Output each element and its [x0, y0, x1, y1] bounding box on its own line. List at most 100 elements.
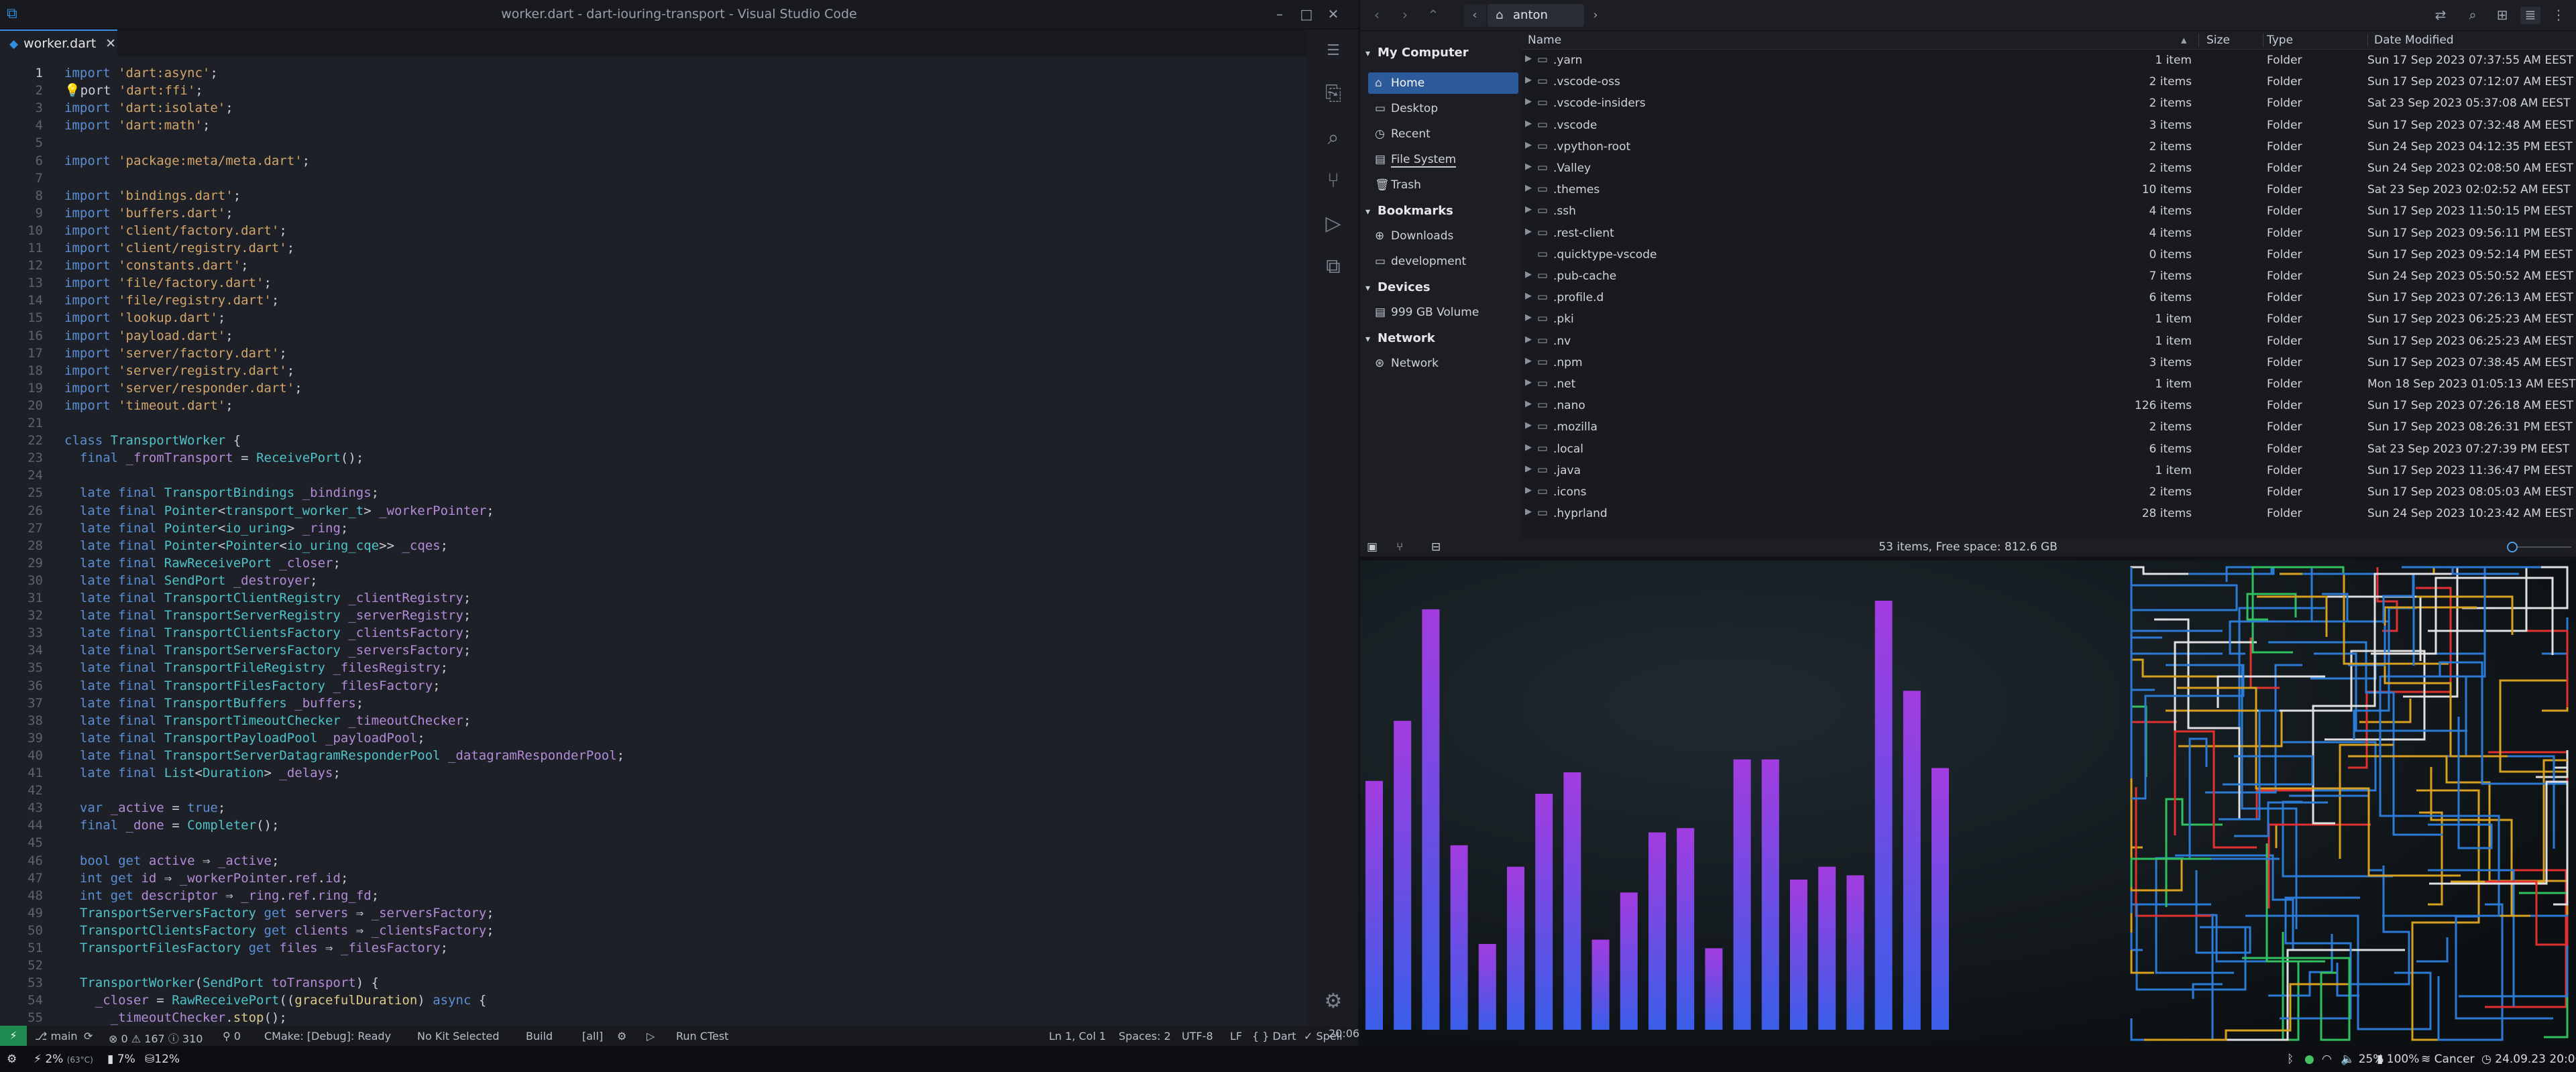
- sidebar-item-recent[interactable]: ◷ Recent: [1368, 123, 1518, 145]
- search-icon[interactable]: ⌕: [1320, 125, 1347, 152]
- file-row[interactable]: ▶ ▭ .vscode 3 items Folder Sun 17 Sep 2023 07…: [1521, 115, 2576, 136]
- code-line[interactable]: import 'package:meta/meta.dart';: [64, 152, 310, 170]
- expand-arrow-icon[interactable]: ▶: [1525, 507, 1532, 517]
- section-devices[interactable]: ▾ Devices: [1365, 280, 1431, 294]
- code-line[interactable]: final _done = Completer();: [64, 817, 280, 834]
- code-line[interactable]: import 'dart:math';: [64, 117, 210, 134]
- grid-view-icon[interactable]: ⊞: [2492, 7, 2512, 24]
- build-button[interactable]: Build: [526, 1030, 553, 1043]
- file-row[interactable]: ▶ ▭ .icons 2 items Folder Sun 17 Sep 2023 08:…: [1521, 481, 2576, 503]
- code-line[interactable]: late final TransportFilesFactory _filesF…: [64, 677, 441, 695]
- file-row[interactable]: ▶ ▭ .themes 10 items Folder Sat 23 Sep 2023 0…: [1521, 179, 2576, 200]
- code-line[interactable]: late final SendPort _destroyer;: [64, 572, 318, 589]
- file-row[interactable]: ▶ ▭ .pub-cache 7 items Folder Sun 24 Sep 2023…: [1521, 265, 2576, 287]
- kit-status[interactable]: No Kit Selected: [417, 1030, 500, 1043]
- column-name[interactable]: Name: [1528, 34, 1561, 47]
- menu-icon[interactable]: ☰: [1320, 38, 1347, 64]
- target-status[interactable]: [all]: [582, 1030, 603, 1043]
- code-line[interactable]: late final Pointer<transport_worker_t> _…: [64, 502, 494, 520]
- run-debug-icon[interactable]: ▷: [1320, 211, 1347, 237]
- file-row[interactable]: ▶ ▭ .yarn 1 item Folder Sun 17 Sep 2023 07:37…: [1521, 50, 2576, 71]
- sync-icon[interactable]: ⟳: [84, 1030, 93, 1043]
- code-line[interactable]: import 'dart:async';: [64, 64, 218, 82]
- ports-status[interactable]: ⚲ 0: [223, 1030, 241, 1043]
- maximize-icon[interactable]: □: [1294, 4, 1319, 24]
- sidebar-item-home[interactable]: ⌂ Home: [1368, 72, 1518, 94]
- code-line[interactable]: import 'server/responder.dart';: [64, 379, 302, 397]
- sidebar-item-development[interactable]: ▭ development: [1368, 251, 1518, 272]
- breadcrumb-home[interactable]: ⌂ anton: [1488, 4, 1584, 27]
- file-row[interactable]: ▶ ▭ .npm 3 items Folder Sun 17 Sep 2023 07:38…: [1521, 352, 2576, 373]
- code-line[interactable]: import 'server/registry.dart';: [64, 362, 294, 379]
- search-icon[interactable]: ⌕: [2463, 7, 2483, 24]
- list-view-icon[interactable]: ≣: [2520, 7, 2540, 24]
- column-date-modified[interactable]: Date Modified: [2374, 34, 2454, 47]
- up-arrow-icon[interactable]: ⌃: [1423, 7, 1443, 24]
- breadcrumb-right-icon[interactable]: ›: [1585, 4, 1606, 27]
- code-line[interactable]: final _fromTransport = ReceivePort();: [64, 449, 363, 467]
- code-line[interactable]: int get descriptor ⇒ _ring.ref.ring_fd;: [64, 887, 379, 904]
- toggle-location-icon[interactable]: ⇄: [2430, 7, 2451, 24]
- code-line[interactable]: import 'client/registry.dart';: [64, 239, 294, 257]
- sidebar-item-downloads[interactable]: ⊕ Downloads: [1368, 225, 1518, 247]
- section-my-computer[interactable]: ▾ My Computer: [1365, 46, 1469, 60]
- expand-arrow-icon[interactable]: ▶: [1525, 162, 1532, 172]
- datetime-indicator[interactable]: ◷ 24.09.23 20:06: [2481, 1053, 2576, 1066]
- code-editor[interactable]: 1 import 'dart:async'; 2 💡port 'dart:ffi'; 3…: [0, 56, 1308, 1026]
- file-row[interactable]: ▶ ▭ .net 1 item Folder Mon 18 Sep 2023 01:05:…: [1521, 373, 2576, 395]
- run-icon[interactable]: ▷: [647, 1030, 655, 1043]
- code-line[interactable]: _closer = RawReceivePort((gracefulDurati…: [64, 992, 487, 1009]
- code-line[interactable]: int get id ⇒ _workerPointer.ref.id;: [64, 870, 349, 887]
- eol-status[interactable]: LF: [1230, 1030, 1242, 1043]
- code-line[interactable]: late final TransportClientRegistry _clie…: [64, 589, 471, 607]
- sidebar-item-file-system[interactable]: ▤ File System: [1368, 149, 1518, 170]
- sidebar-item-desktop[interactable]: ▭ Desktop: [1368, 98, 1518, 119]
- debug-icon[interactable]: ⚙: [617, 1030, 626, 1043]
- expand-arrow-icon[interactable]: ▶: [1525, 464, 1532, 474]
- code-line[interactable]: class TransportWorker {: [64, 432, 241, 449]
- code-line[interactable]: _timeoutChecker.stop();: [64, 1009, 287, 1026]
- code-line[interactable]: late final Pointer<Pointer<io_uring_cqe>…: [64, 537, 448, 554]
- expand-arrow-icon[interactable]: ▶: [1525, 75, 1532, 85]
- expand-arrow-icon[interactable]: ▶: [1525, 119, 1532, 129]
- file-row[interactable]: ▶ ▭ .ssh 4 items Folder Sun 17 Sep 2023 11:50…: [1521, 200, 2576, 222]
- file-row[interactable]: ▶ ▭ .nano 126 items Folder Sun 17 Sep 2023 07…: [1521, 395, 2576, 416]
- close-tab-icon[interactable]: ✕: [105, 36, 116, 51]
- file-row[interactable]: ▶ ▭ .vpython-root 2 items Folder Sun 24 Sep 2…: [1521, 136, 2576, 158]
- expand-arrow-icon[interactable]: ▶: [1525, 485, 1532, 495]
- expand-arrow-icon[interactable]: ▶: [1525, 183, 1532, 193]
- tab-worker-dart[interactable]: ◆ worker.dart ✕: [0, 29, 117, 56]
- expand-arrow-icon[interactable]: ▶: [1525, 399, 1532, 409]
- file-row[interactable]: ▶ ▭ .mozilla 2 items Folder Sun 17 Sep 2023 0…: [1521, 416, 2576, 438]
- forward-arrow-icon[interactable]: ›: [1395, 7, 1415, 24]
- file-row[interactable]: ▶ ▭ .hyprland 28 items Folder Sun 24 Sep 2023…: [1521, 503, 2576, 524]
- code-line[interactable]: TransportWorker(SendPort toTransport) {: [64, 974, 379, 992]
- file-row[interactable]: ▶ ▭ .vscode-oss 2 items Folder Sun 17 Sep 202…: [1521, 71, 2576, 93]
- expand-arrow-icon[interactable]: ▶: [1525, 377, 1532, 388]
- expand-arrow-icon[interactable]: ▶: [1525, 335, 1532, 345]
- compact-view-icon[interactable]: ⋮: [2549, 7, 2569, 24]
- bluetooth-icon[interactable]: ᛒ: [2287, 1053, 2294, 1066]
- code-line[interactable]: TransportFilesFactory get files ⇒ _files…: [64, 939, 448, 957]
- expand-arrow-icon[interactable]: ▶: [1525, 54, 1532, 64]
- file-row[interactable]: ▶ ▭ .vscode-insiders 2 items Folder Sat 23 Se…: [1521, 93, 2576, 114]
- code-line[interactable]: late final TransportBindings _bindings;: [64, 484, 379, 501]
- code-line[interactable]: late final List<Duration> _delays;: [64, 764, 341, 782]
- expand-arrow-icon[interactable]: ▶: [1525, 140, 1532, 150]
- expand-arrow-icon[interactable]: ▶: [1525, 420, 1532, 430]
- cursor-position[interactable]: Ln 1, Col 1: [1049, 1030, 1106, 1043]
- code-line[interactable]: import 'file/registry.dart';: [64, 292, 279, 309]
- expand-arrow-icon[interactable]: ▶: [1525, 227, 1532, 237]
- breadcrumb-left-icon[interactable]: ‹: [1463, 4, 1486, 27]
- code-line[interactable]: 💡port 'dart:ffi';: [64, 82, 203, 99]
- file-row[interactable]: ▶ ▭ .java 1 item Folder Sun 17 Sep 2023 11:36…: [1521, 460, 2576, 481]
- expand-arrow-icon[interactable]: ▶: [1525, 204, 1532, 215]
- code-line[interactable]: import 'client/factory.dart';: [64, 222, 287, 239]
- section-bookmarks[interactable]: ▾ Bookmarks: [1365, 204, 1453, 218]
- close-icon[interactable]: ✕: [1321, 4, 1345, 24]
- back-arrow-icon[interactable]: ‹: [1367, 7, 1387, 24]
- code-line[interactable]: import 'timeout.dart';: [64, 397, 233, 414]
- code-line[interactable]: TransportServersFactory get servers ⇒ _s…: [64, 904, 494, 922]
- remote-icon[interactable]: ⚡: [0, 1026, 27, 1046]
- indent-status[interactable]: Spaces: 2: [1119, 1030, 1171, 1043]
